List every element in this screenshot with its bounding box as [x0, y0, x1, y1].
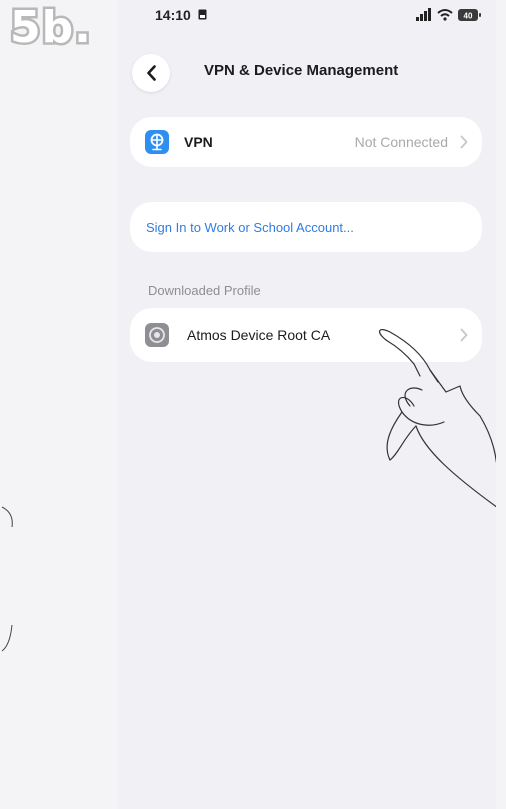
id-card-icon: [198, 9, 207, 20]
settings-profile-icon: [145, 323, 169, 347]
profile-label: Atmos Device Root CA: [187, 327, 331, 343]
wifi-icon: [437, 9, 453, 21]
battery-level: 40: [464, 12, 473, 21]
downloaded-profile-header: Downloaded Profile: [148, 283, 261, 298]
back-button[interactable]: [132, 54, 170, 92]
step-label: 5b.: [8, 2, 94, 53]
pointing-hand-illustration: [379, 328, 496, 508]
vpn-row[interactable]: VPN Not Connected: [130, 117, 482, 167]
vpn-label: VPN: [184, 134, 213, 150]
status-time: 14:10: [155, 7, 191, 23]
margin-curve-decoration: [1, 506, 13, 652]
chevron-left-icon: [146, 65, 156, 81]
vpn-globe-icon: [145, 130, 169, 154]
battery-icon: 40: [458, 9, 481, 21]
sign-in-link[interactable]: Sign In to Work or School Account...: [146, 220, 354, 235]
cellular-signal-icon: [416, 8, 431, 21]
status-icons: 40: [416, 8, 481, 21]
vpn-status: Not Connected: [354, 134, 448, 150]
sign-in-row[interactable]: Sign In to Work or School Account...: [130, 202, 482, 252]
phone-screen: 14:10 40 VPN & Device Management VPN Not…: [118, 0, 496, 809]
page-title: VPN & Device Management: [204, 62, 399, 79]
navigation-bar: VPN & Device Management: [118, 48, 496, 96]
status-bar: 14:10 40: [118, 0, 496, 34]
chevron-right-icon: [460, 135, 468, 149]
